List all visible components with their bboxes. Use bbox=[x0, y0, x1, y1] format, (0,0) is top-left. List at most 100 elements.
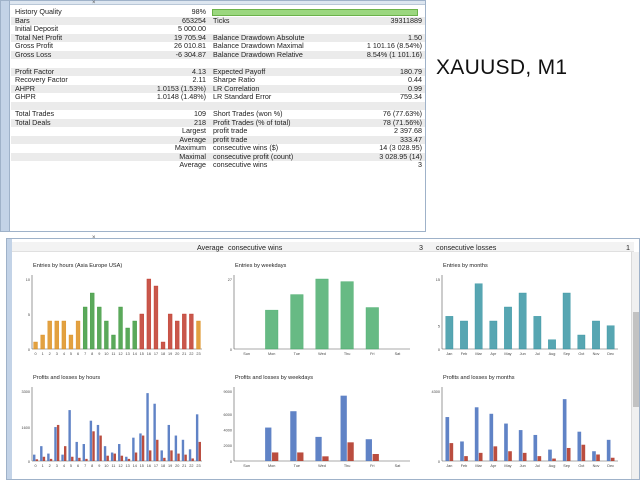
x-tick-label: 7 bbox=[84, 352, 86, 356]
profit-bar bbox=[577, 431, 582, 461]
loss-bar bbox=[191, 458, 194, 461]
x-tick-label: Dec bbox=[607, 352, 614, 356]
bar bbox=[196, 320, 201, 350]
bar bbox=[111, 334, 116, 350]
bar bbox=[365, 307, 379, 350]
x-tick-label: 18 bbox=[161, 464, 165, 468]
loss-bar bbox=[347, 442, 354, 461]
x-tick-label: Jan bbox=[446, 352, 452, 356]
profit-bar bbox=[40, 446, 43, 461]
bar bbox=[460, 320, 468, 350]
bar bbox=[139, 313, 144, 350]
close-icon[interactable]: × bbox=[92, 0, 96, 6]
x-tick-label: 8 bbox=[91, 352, 93, 356]
profit-bar bbox=[592, 451, 596, 461]
profit-bar bbox=[533, 434, 538, 461]
bar bbox=[504, 306, 512, 350]
x-tick-label: Sep bbox=[563, 464, 570, 468]
x-tick-label: 10 bbox=[104, 464, 108, 468]
profit-bar bbox=[33, 454, 36, 461]
bar bbox=[167, 313, 173, 350]
report-row: Average consecutive wins 3 bbox=[11, 161, 425, 170]
profit-bar bbox=[290, 411, 297, 461]
bar bbox=[548, 339, 556, 350]
profit-bar bbox=[181, 439, 185, 461]
x-tick-label: Mar bbox=[475, 352, 482, 356]
metric-label: Gross Loss bbox=[11, 50, 111, 59]
loss-bar bbox=[478, 452, 483, 461]
vertical-scrollbar[interactable] bbox=[631, 252, 639, 479]
x-tick-label: Sun bbox=[243, 352, 250, 356]
x-tick-label: 0 bbox=[34, 352, 36, 356]
metric-label bbox=[11, 161, 111, 170]
metric-value-2: 3 bbox=[418, 160, 422, 170]
x-tick-label: 15 bbox=[140, 352, 144, 356]
bar bbox=[315, 278, 329, 350]
profit-bar bbox=[315, 436, 322, 461]
x-tick-label: Fri bbox=[370, 464, 375, 468]
report-row: Bars 653254 Ticks 39311889 bbox=[11, 16, 425, 25]
bar bbox=[104, 320, 109, 350]
profit-bar bbox=[265, 427, 272, 461]
bar bbox=[474, 283, 483, 350]
loss-bar bbox=[537, 456, 542, 461]
x-tick-label: Thu bbox=[344, 464, 351, 468]
loss-bar bbox=[552, 458, 556, 461]
x-tick-label: 12 bbox=[118, 464, 122, 468]
x-tick-label: 15 bbox=[140, 464, 144, 468]
x-tick-label: Aug bbox=[549, 464, 556, 468]
profit-bar bbox=[125, 456, 128, 461]
metric-label bbox=[11, 135, 111, 144]
loss-bar bbox=[610, 457, 615, 461]
loss-bar bbox=[449, 443, 454, 461]
x-tick-label: 17 bbox=[154, 352, 158, 356]
x-tick-label: Wed bbox=[318, 464, 326, 468]
metric-label-2: LR Standard Error bbox=[213, 92, 272, 102]
profit-bar bbox=[518, 430, 523, 461]
x-tick-label: 11 bbox=[111, 352, 115, 356]
x-tick-label: 8 bbox=[91, 464, 93, 468]
y-tick-label: 10 bbox=[26, 278, 30, 282]
profit-bar bbox=[153, 403, 156, 461]
report-top-bar bbox=[10, 1, 425, 5]
x-tick-label: 3 bbox=[56, 352, 58, 356]
y-tick-label: 6000 bbox=[224, 413, 232, 417]
x-tick-label: 22 bbox=[189, 464, 193, 468]
profit-bar bbox=[188, 449, 192, 461]
x-tick-label: Apr bbox=[490, 352, 497, 356]
x-tick-label: Tue bbox=[294, 352, 300, 356]
loss-bar bbox=[566, 447, 571, 461]
chart-panel: Profits and losses by hours3300160000 1 2 3… bbox=[22, 375, 202, 468]
loss-bar bbox=[71, 456, 74, 461]
loss-bar bbox=[170, 450, 173, 461]
bar bbox=[533, 316, 542, 350]
profit-bar bbox=[132, 437, 135, 461]
profit-bar bbox=[474, 407, 479, 461]
bar bbox=[68, 334, 74, 350]
bar bbox=[146, 278, 152, 350]
x-tick-label: 5 bbox=[70, 464, 72, 468]
loss-bar bbox=[184, 454, 187, 461]
x-tick-label: Sat bbox=[395, 464, 402, 468]
bar bbox=[606, 325, 615, 350]
profit-bar bbox=[139, 433, 142, 461]
y-tick-label: 3300 bbox=[22, 390, 30, 394]
summary-panel: Average consecutive wins 3 consecutive l… bbox=[6, 238, 640, 480]
x-tick-label: Mon bbox=[268, 464, 275, 468]
x-tick-label: 16 bbox=[147, 352, 151, 356]
summary-avg-label: Average bbox=[197, 243, 224, 252]
y-tick-label: 27 bbox=[228, 278, 232, 282]
y-tick-label: 0 bbox=[28, 348, 30, 352]
x-tick-label: 17 bbox=[154, 464, 158, 468]
profit-bar bbox=[195, 414, 199, 461]
x-tick-label: Tue bbox=[294, 464, 300, 468]
x-tick-label: 12 bbox=[118, 352, 122, 356]
symbol-label: XAUUSD, M1 bbox=[436, 56, 568, 79]
chart-title: Profits and losses by months bbox=[443, 375, 515, 381]
chart-title: Profits and losses by weekdays bbox=[235, 375, 313, 381]
x-tick-label: Feb bbox=[461, 464, 468, 468]
loss-bar bbox=[322, 456, 329, 461]
scrollbar-thumb[interactable] bbox=[633, 312, 639, 407]
profit-bar bbox=[606, 439, 611, 461]
loss-bar bbox=[177, 453, 180, 461]
